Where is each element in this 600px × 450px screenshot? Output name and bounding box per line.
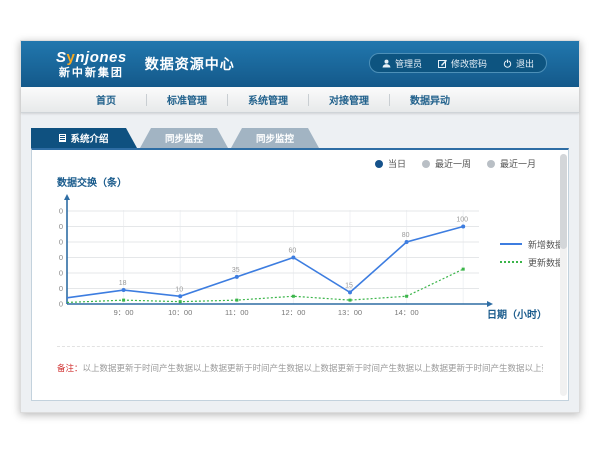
line-chart: 0 20 40 60 80 100 120 9：00 10：00 11：00 12：00 13：00 1… — [59, 192, 499, 332]
legend-item-update-data: 更新数据 — [500, 253, 564, 271]
x-axis-label: 日期（小时） — [487, 306, 547, 321]
radio-icon — [422, 160, 430, 168]
svg-text:20: 20 — [59, 284, 63, 293]
svg-text:80: 80 — [402, 232, 410, 239]
document-icon — [59, 134, 66, 142]
svg-text:60: 60 — [59, 253, 63, 262]
content-panel: 当日 最近一周 最近一月 数据交换（条） 0 20 40 60 80 100 120 9：00… — [31, 148, 569, 401]
svg-text:15: 15 — [345, 282, 353, 289]
tab-label: 系统介绍 — [70, 131, 108, 145]
solid-line-icon — [500, 243, 522, 245]
tab-system-intro[interactable]: 系统介绍 — [31, 128, 137, 148]
svg-text:80: 80 — [59, 238, 63, 247]
time-range-filter: 当日 最近一周 最近一月 — [375, 157, 536, 170]
note-prefix: 备注： — [57, 363, 83, 373]
legend-label: 新增数据 — [528, 238, 564, 251]
footer-note: 备注：以上数据更新于时间产生数据以上数据更新于时间产生数据以上数据更新于时间产生… — [57, 346, 543, 374]
user-menu-item[interactable]: 管理员 — [382, 57, 422, 70]
edit-icon — [438, 59, 447, 68]
tab-bar: 系统介绍 同步监控 同步监控 — [31, 128, 569, 148]
brand-logo: Synjones 新中新集团 — [56, 50, 127, 79]
svg-text:14：00: 14：00 — [395, 308, 419, 317]
nav-item-home[interactable]: 首页 — [66, 92, 146, 107]
radio-option-last-week[interactable]: 最近一周 — [422, 157, 471, 170]
logo-subtext: 新中新集团 — [56, 68, 127, 79]
dotted-line-icon — [500, 261, 522, 263]
svg-text:35: 35 — [232, 267, 240, 274]
svg-text:9：00: 9：00 — [114, 308, 134, 317]
svg-text:18: 18 — [119, 280, 127, 287]
svg-text:0: 0 — [59, 300, 63, 309]
main-nav: 首页 标准管理 系统管理 对接管理 数据异动 — [21, 87, 579, 113]
y-axis-label: 数据交换（条） — [57, 174, 127, 189]
logo-text: Synjones — [56, 50, 127, 65]
tab-sync-monitor-2[interactable]: 同步监控 — [231, 128, 319, 148]
tab-label: 同步监控 — [256, 131, 294, 145]
radio-label: 最近一周 — [435, 157, 471, 170]
radio-option-last-month[interactable]: 最近一月 — [487, 157, 536, 170]
legend-label: 更新数据 — [528, 256, 564, 269]
radio-icon — [487, 160, 495, 168]
page-title: 数据资源中心 — [145, 54, 235, 74]
legend-item-new-data: 新增数据 — [500, 235, 564, 253]
change-password-label: 修改密码 — [451, 57, 487, 70]
note-text: 以上数据更新于时间产生数据以上数据更新于时间产生数据以上数据更新于时间产生数据以… — [83, 363, 543, 373]
radio-selected-icon — [375, 160, 383, 168]
scrollbar-thumb[interactable] — [560, 154, 567, 249]
power-icon — [503, 59, 512, 68]
nav-item-integration-mgmt[interactable]: 对接管理 — [309, 92, 389, 107]
user-toolbar: 管理员 修改密码 退出 — [369, 53, 547, 73]
radio-label: 当日 — [388, 157, 406, 170]
user-icon — [382, 59, 391, 68]
svg-text:11：00: 11：00 — [225, 308, 249, 317]
app-window: Synjones 新中新集团 数据资源中心 管理员 修改密码 退出 首页 标准管… — [20, 40, 580, 413]
tab-label: 同步监控 — [165, 131, 203, 145]
nav-item-data-changes[interactable]: 数据异动 — [390, 92, 470, 107]
app-header: Synjones 新中新集团 数据资源中心 管理员 修改密码 退出 — [21, 41, 579, 87]
nav-item-system-mgmt[interactable]: 系统管理 — [228, 92, 308, 107]
radio-option-today[interactable]: 当日 — [375, 157, 406, 170]
tab-sync-monitor-1[interactable]: 同步监控 — [140, 128, 228, 148]
radio-label: 最近一月 — [500, 157, 536, 170]
svg-text:60: 60 — [289, 248, 297, 255]
nav-item-standard-mgmt[interactable]: 标准管理 — [147, 92, 227, 107]
svg-text:40: 40 — [59, 269, 63, 278]
change-password-button[interactable]: 修改密码 — [438, 57, 487, 70]
svg-text:10：00: 10：00 — [168, 308, 192, 317]
svg-text:120: 120 — [59, 207, 63, 216]
svg-text:12：00: 12：00 — [281, 308, 305, 317]
logout-button[interactable]: 退出 — [503, 57, 534, 70]
username-label: 管理员 — [395, 57, 422, 70]
svg-text:10: 10 — [175, 286, 183, 293]
logout-label: 退出 — [516, 57, 534, 70]
panel-scrollbar[interactable] — [560, 154, 567, 396]
chart-legend: 新增数据 更新数据 — [500, 235, 564, 271]
svg-text:100: 100 — [59, 222, 63, 231]
svg-text:13：00: 13：00 — [338, 308, 362, 317]
svg-text:100: 100 — [456, 217, 468, 224]
